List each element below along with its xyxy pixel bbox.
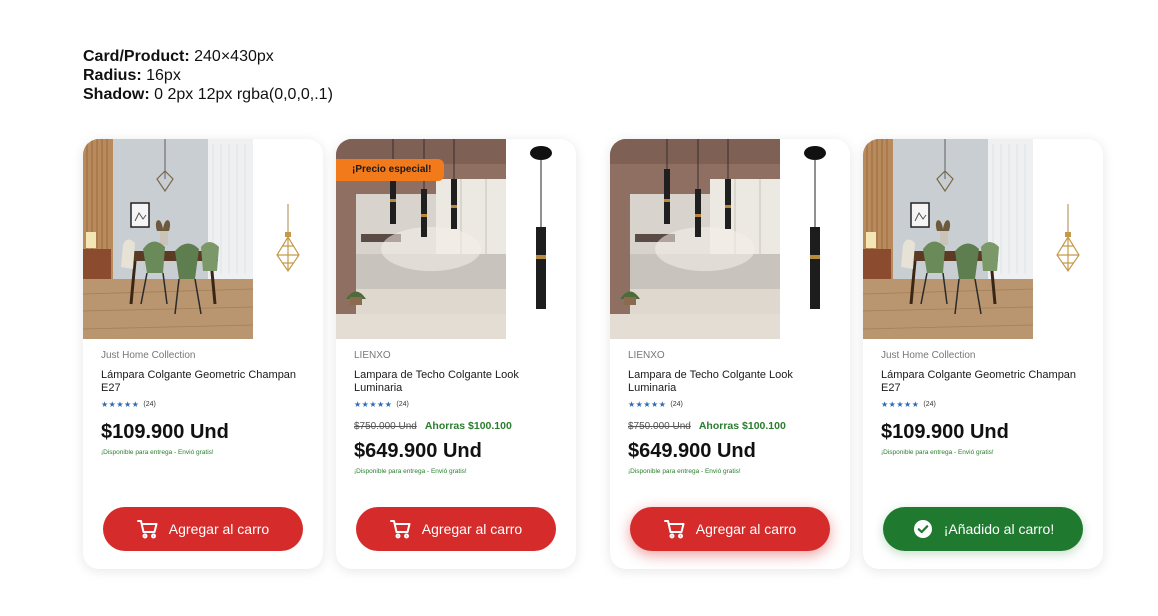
spec-annotation: Card/Product: 240×430px Radius: 16px Sha… bbox=[83, 47, 333, 104]
rating-stars-icon: ★★★★★ bbox=[881, 400, 920, 409]
check-circle-icon bbox=[912, 518, 934, 540]
product-title[interactable]: Lampara de Techo Colgante Look Luminaria bbox=[628, 369, 838, 394]
spec-shadow: Shadow: 0 2px 12px rgba(0,0,0,.1) bbox=[83, 86, 333, 103]
product-image-gallery[interactable] bbox=[610, 139, 850, 339]
old-price: $750.000 Und bbox=[628, 420, 691, 432]
review-count: (24) bbox=[923, 401, 936, 408]
review-count: (24) bbox=[670, 401, 683, 408]
product-price: $649.900 Und bbox=[628, 440, 756, 462]
product-price: $109.900 Und bbox=[101, 421, 229, 443]
product-card[interactable]: Just Home Collection Lámpara Colgante Ge… bbox=[83, 139, 323, 569]
product-card[interactable]: ¡Precio especial! LIENXO Lampara de Tech… bbox=[336, 139, 576, 569]
product-card[interactable]: Just Home Collection Lámpara Colgante Ge… bbox=[863, 139, 1103, 569]
discount-row: $750.000 Und Ahorras $100.100 bbox=[628, 420, 838, 432]
review-count: (24) bbox=[143, 401, 156, 408]
product-title[interactable]: Lampara de Techo Colgante Look Luminaria bbox=[354, 369, 564, 394]
add-to-cart-button[interactable]: Agregar al carro bbox=[630, 507, 830, 551]
old-price: $750.000 Und bbox=[354, 420, 417, 432]
product-photo-lamp[interactable] bbox=[780, 139, 850, 339]
product-rating: ★★★★★ (24) bbox=[881, 400, 1091, 410]
product-photo-lamp[interactable] bbox=[506, 139, 576, 339]
product-rating: ★★★★★ (24) bbox=[101, 400, 311, 410]
availability-text: ¡Disponible para entrega - Envió gratis! bbox=[628, 468, 741, 475]
rating-stars-icon: ★★★★★ bbox=[101, 400, 140, 409]
savings-amount: Ahorras $100.100 bbox=[424, 420, 512, 432]
rating-stars-icon: ★★★★★ bbox=[354, 400, 393, 409]
product-title[interactable]: Lámpara Colgante Geometric Champan E27 bbox=[101, 369, 311, 394]
availability-text: ¡Disponible para entrega - Envió gratis! bbox=[101, 449, 214, 456]
spec-radius: Radius: 16px bbox=[83, 67, 181, 84]
product-photo-room[interactable] bbox=[83, 139, 253, 339]
savings-amount: Ahorras $100.100 bbox=[698, 420, 786, 432]
product-price: $649.900 Und bbox=[354, 440, 482, 462]
added-to-cart-button[interactable]: ¡Añadido al carro! bbox=[883, 507, 1083, 551]
add-to-cart-button[interactable]: Agregar al carro bbox=[356, 507, 556, 551]
button-label: Agregar al carro bbox=[695, 521, 797, 537]
button-label: Agregar al carro bbox=[421, 521, 523, 537]
button-label: Agregar al carro bbox=[168, 521, 270, 537]
product-title[interactable]: Lámpara Colgante Geometric Champan E27 bbox=[881, 369, 1091, 394]
review-count: (24) bbox=[396, 401, 409, 408]
button-label: ¡Añadido al carro! bbox=[943, 521, 1055, 537]
product-brand: Just Home Collection bbox=[881, 350, 976, 361]
product-image-gallery[interactable]: ¡Precio especial! bbox=[336, 139, 576, 339]
product-photo-kitchen[interactable] bbox=[610, 139, 780, 339]
cart-icon bbox=[136, 518, 159, 540]
product-card[interactable]: LIENXO Lampara de Techo Colgante Look Lu… bbox=[610, 139, 850, 569]
product-photo-lamp[interactable] bbox=[253, 139, 323, 339]
cart-icon bbox=[389, 518, 412, 540]
product-image-gallery[interactable] bbox=[83, 139, 323, 339]
discount-row: $750.000 Und Ahorras $100.100 bbox=[354, 420, 564, 432]
product-brand: LIENXO bbox=[354, 350, 391, 361]
product-rating: ★★★★★ (24) bbox=[628, 400, 838, 410]
product-image-gallery[interactable] bbox=[863, 139, 1103, 339]
product-rating: ★★★★★ (24) bbox=[354, 400, 564, 410]
special-price-badge: ¡Precio especial! bbox=[336, 159, 444, 181]
rating-stars-icon: ★★★★★ bbox=[628, 400, 667, 409]
product-price: $109.900 Und bbox=[881, 421, 1009, 443]
add-to-cart-button[interactable]: Agregar al carro bbox=[103, 507, 303, 551]
spec-card-size: Card/Product: 240×430px bbox=[83, 48, 274, 65]
product-photo-room[interactable] bbox=[863, 139, 1033, 339]
product-photo-lamp[interactable] bbox=[1033, 139, 1103, 339]
availability-text: ¡Disponible para entrega - Envió gratis! bbox=[354, 468, 467, 475]
cart-icon bbox=[663, 518, 686, 540]
product-brand: Just Home Collection bbox=[101, 350, 196, 361]
availability-text: ¡Disponible para entrega - Envió gratis! bbox=[881, 449, 994, 456]
product-brand: LIENXO bbox=[628, 350, 665, 361]
